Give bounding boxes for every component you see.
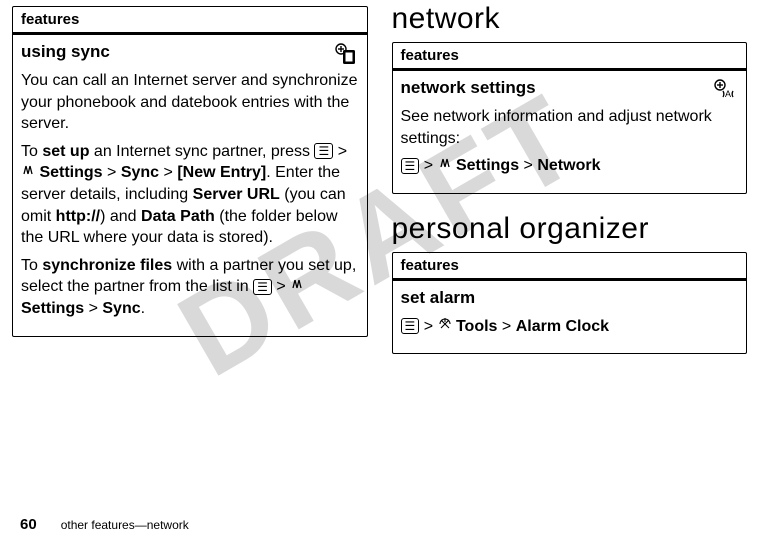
gt: >: [276, 278, 285, 295]
footer-text: other features—network: [61, 518, 189, 532]
menu-key-icon: ☰: [314, 143, 333, 159]
antenna-plus-icon: A: [712, 77, 738, 103]
row-title-alarm: set alarm: [401, 287, 739, 310]
page-footer: 60 other features—network: [20, 516, 189, 533]
server-url: Server URL: [193, 186, 280, 203]
row-title-network: network settings: [401, 77, 739, 100]
features-table-sync: features using sync You can call an Inte…: [12, 6, 368, 337]
table-body: set alarm ☰ > Tools > Alarm Clock: [393, 281, 747, 354]
features-table-organizer: features set alarm ☰ > Tools > Alarm Clo…: [392, 252, 748, 355]
gt: >: [338, 143, 347, 160]
data-path: Data Path: [141, 208, 215, 225]
path-alarm: Alarm Clock: [516, 318, 609, 335]
settings-icon: [21, 162, 35, 184]
section-network: network: [392, 2, 748, 36]
gt: >: [424, 318, 433, 335]
settings-icon: [438, 155, 452, 177]
period: .: [141, 300, 145, 317]
menu-key-icon: ☰: [253, 279, 272, 295]
menu-key-icon: ☰: [401, 318, 420, 334]
left-column: features using sync You can call an Inte…: [12, 0, 368, 354]
gt: >: [107, 164, 116, 181]
right-column: network features A netwo: [392, 0, 748, 354]
sim-plus-icon: [333, 41, 359, 67]
gt: >: [164, 164, 173, 181]
t: To: [21, 143, 42, 160]
path-tools: Tools: [456, 318, 497, 335]
sync-para1: You can call an Internet server and sync…: [21, 70, 359, 135]
path-network: Network: [537, 157, 600, 174]
sync-para2: To set up an Internet sync partner, pres…: [21, 141, 359, 249]
table-header: features: [13, 7, 367, 35]
settings-icon: [290, 276, 304, 298]
page-number: 60: [20, 516, 37, 533]
net-para1: See network information and adjust netwo…: [401, 106, 739, 149]
setup-bold: set up: [42, 143, 89, 160]
gt: >: [502, 318, 511, 335]
path-newentry: [New Entry]: [177, 164, 266, 181]
table-body: A network settings See network informati…: [393, 71, 747, 193]
path-sync: Sync: [102, 300, 140, 317]
net-path: ☰ > Settings > Network: [401, 155, 739, 177]
org-path: ☰ > Tools > Alarm Clock: [401, 316, 739, 338]
table-header: features: [393, 253, 747, 281]
features-table-network: features A network settings: [392, 42, 748, 194]
gt: >: [89, 300, 98, 317]
row-title-sync: using sync: [21, 41, 359, 64]
menu-key-icon: ☰: [401, 158, 420, 174]
syncfiles-bold: synchronize files: [42, 257, 172, 274]
page-columns: features using sync You can call an Inte…: [0, 0, 759, 354]
table-header: features: [393, 43, 747, 71]
path-sync: Sync: [121, 164, 159, 181]
svg-text:A: A: [725, 89, 731, 99]
t: To: [21, 257, 42, 274]
gt: >: [524, 157, 533, 174]
t: an Internet sync partner, press: [89, 143, 314, 160]
path-settings: Settings: [39, 164, 102, 181]
section-personal: personal organizer: [392, 212, 748, 246]
tools-icon: [438, 316, 452, 338]
http: http://: [56, 208, 100, 225]
path-settings: Settings: [21, 300, 84, 317]
table-body: using sync You can call an Internet serv…: [13, 35, 367, 336]
gt: >: [424, 157, 433, 174]
t: ) and: [100, 208, 141, 225]
sync-para3: To synchronize files with a partner you …: [21, 255, 359, 320]
path-settings: Settings: [456, 157, 519, 174]
